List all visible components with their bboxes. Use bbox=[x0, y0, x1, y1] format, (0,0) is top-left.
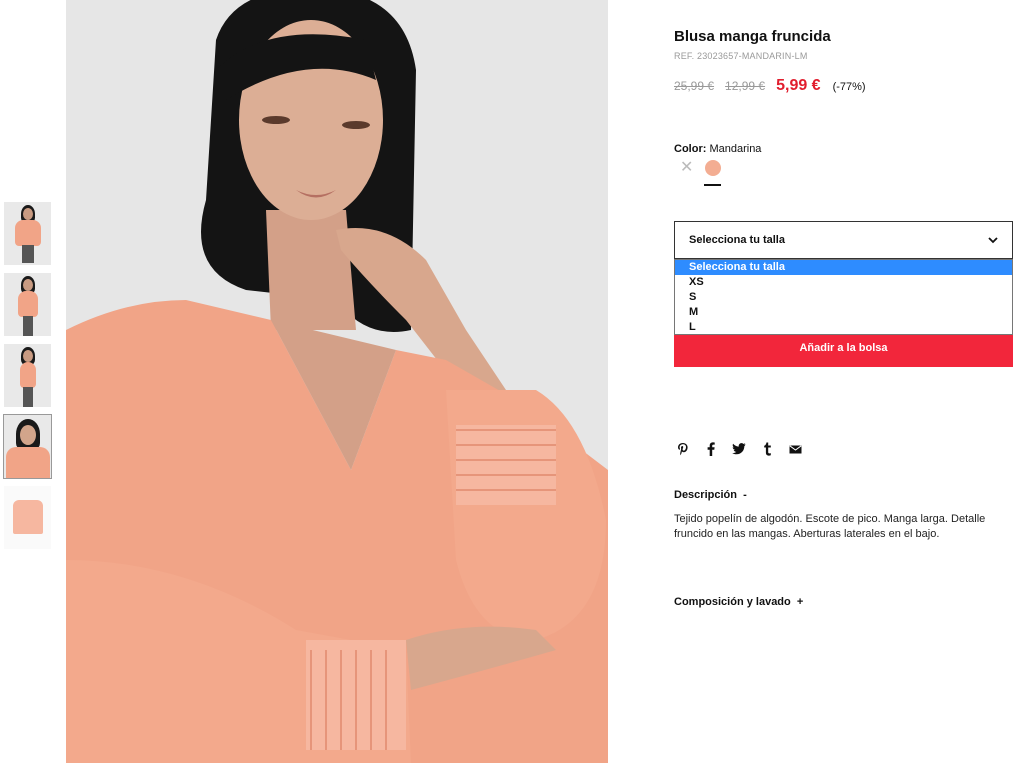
size-option-l[interactable]: L bbox=[675, 320, 1012, 335]
color-label-key: Color: bbox=[674, 143, 707, 155]
thumbnail-5[interactable] bbox=[4, 486, 51, 549]
color-label: Color: Mandarina bbox=[674, 143, 761, 155]
product-main-image bbox=[66, 0, 608, 763]
model-photo bbox=[66, 0, 608, 763]
original-price: 25,99 € bbox=[674, 79, 715, 93]
discount-badge: (-77%) bbox=[832, 81, 866, 93]
thumbnail-gallery bbox=[3, 202, 52, 557]
current-price: 5,99 € bbox=[776, 77, 821, 94]
description-text: Tejido popelín de algodón. Escote de pic… bbox=[674, 513, 986, 540]
size-select[interactable]: Selecciona tu talla bbox=[674, 221, 1013, 259]
size-select-label: Selecciona tu talla bbox=[689, 234, 785, 246]
color-swatch-mandarina[interactable] bbox=[704, 160, 722, 186]
color-value: Mandarina bbox=[709, 143, 762, 155]
size-option-m[interactable]: M bbox=[675, 305, 1012, 320]
twitter-icon[interactable] bbox=[732, 442, 746, 456]
share-icons bbox=[676, 442, 802, 456]
size-dropdown-list: Selecciona tu talla XS S M L bbox=[674, 259, 1013, 335]
size-option-placeholder[interactable]: Selecciona tu talla bbox=[675, 260, 1012, 275]
facebook-icon[interactable] bbox=[704, 442, 718, 456]
email-icon[interactable] bbox=[788, 442, 802, 456]
size-option-s[interactable]: S bbox=[675, 290, 1012, 305]
thumbnail-2[interactable] bbox=[4, 273, 51, 336]
color-swatches: ✕ bbox=[680, 160, 722, 186]
description-heading[interactable]: Descripción - bbox=[674, 489, 747, 501]
pinterest-icon[interactable] bbox=[676, 442, 690, 456]
thumbnail-3[interactable] bbox=[4, 344, 51, 407]
thumbnail-4[interactable] bbox=[3, 414, 52, 479]
previous-price: 12,99 € bbox=[725, 79, 766, 93]
product-reference: REF. 23023657-MANDARIN-LM bbox=[674, 51, 808, 61]
close-icon[interactable]: ✕ bbox=[680, 160, 693, 176]
tumblr-icon[interactable] bbox=[760, 442, 774, 456]
product-title: Blusa manga fruncida bbox=[674, 28, 831, 45]
thumbnail-1[interactable] bbox=[4, 202, 51, 265]
size-option-xs[interactable]: XS bbox=[675, 275, 1012, 290]
composition-heading[interactable]: Composición y lavado + bbox=[674, 596, 803, 608]
chevron-down-icon bbox=[988, 237, 998, 244]
price-row: 25,99 € 12,99 € 5,99 € (-77%) bbox=[674, 77, 866, 95]
